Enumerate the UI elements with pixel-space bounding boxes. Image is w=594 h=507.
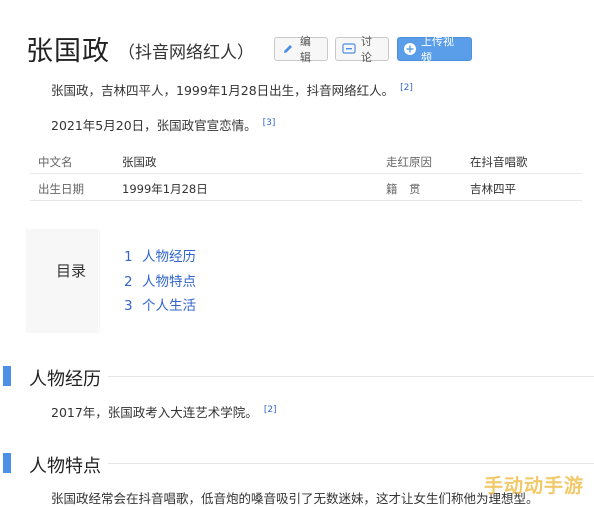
discuss-button-label: 讨论 bbox=[361, 35, 372, 64]
section-title-traits: 人物特点 bbox=[29, 456, 101, 477]
section-paragraph: 张国政经常会在抖音唱歌，低音炮的嗓音吸引了无数迷妹，这才让女生们称他为理想型。 bbox=[51, 488, 539, 507]
toc-list: 1 人物经历 2 人物特点 3 个人生活 bbox=[100, 229, 306, 333]
basic-info-table: 中文名 张国政 走红原因 在抖音唱歌 出生日期 1999年1月28日 籍 贯 吉… bbox=[30, 147, 582, 201]
toc-item-number: 2 bbox=[124, 274, 133, 290]
info-key: 走红原因 bbox=[386, 155, 432, 169]
citation-link[interactable]: [3] bbox=[263, 118, 276, 128]
comment-icon bbox=[342, 41, 356, 57]
toc-label: 目录 bbox=[56, 262, 87, 280]
info-value: 在抖音唱歌 bbox=[470, 155, 528, 169]
toc-item-text: 人物经历 bbox=[142, 249, 196, 265]
section-text: 2017年，张国政考入大连艺术学院。 bbox=[51, 405, 258, 420]
edit-button-label: 编辑 bbox=[299, 35, 311, 64]
info-value: 吉林四平 bbox=[470, 182, 516, 196]
edit-button[interactable]: 编辑 bbox=[274, 35, 328, 64]
discuss-button[interactable]: 讨论 bbox=[335, 35, 389, 64]
summary-paragraph-1: 张国政，吉林四平人，1999年1月28日出生，抖音网络红人。 [2] bbox=[51, 80, 413, 99]
upload-video-button[interactable]: 上传视频 bbox=[397, 35, 472, 64]
plus-circle-icon bbox=[404, 43, 416, 55]
toc-item-number: 1 bbox=[124, 249, 133, 265]
summary-text-2: 2021年5月20日，张国政官宣恋情。 bbox=[51, 118, 257, 133]
entry-title: 张国政 bbox=[26, 35, 110, 67]
section-accent-bar bbox=[3, 453, 11, 473]
toc-item-3[interactable]: 3 个人生活 bbox=[124, 294, 196, 314]
section-accent-bar bbox=[3, 366, 11, 386]
toc-item-text: 人物特点 bbox=[142, 274, 196, 290]
watermark-logo: 手动动手游 bbox=[483, 475, 584, 497]
summary-text-1: 张国政，吉林四平人，1999年1月28日出生，抖音网络红人。 bbox=[51, 83, 395, 98]
citation-link[interactable]: [2] bbox=[264, 405, 277, 415]
citation-link[interactable]: [2] bbox=[400, 83, 413, 93]
toc-item-2[interactable]: 2 人物特点 bbox=[124, 270, 196, 290]
section-title-experience: 人物经历 bbox=[29, 369, 101, 390]
section-paragraph: 2017年，张国政考入大连艺术学院。 [2] bbox=[51, 402, 277, 421]
entry-subtitle: （抖音网络红人） bbox=[118, 42, 254, 63]
section-divider bbox=[108, 376, 594, 377]
summary-paragraph-2: 2021年5月20日，张国政官宣恋情。 [3] bbox=[51, 115, 275, 134]
info-value: 1999年1月28日 bbox=[122, 182, 208, 196]
toc-item-number: 3 bbox=[124, 298, 133, 314]
upload-video-button-label: 上传视频 bbox=[421, 35, 454, 64]
table-of-contents: 目录 1 人物经历 2 人物特点 3 个人生活 bbox=[26, 229, 306, 333]
toc-item-1[interactable]: 1 人物经历 bbox=[124, 245, 196, 265]
toc-divider bbox=[98, 229, 99, 333]
info-key: 中文名 bbox=[38, 155, 73, 169]
page-title: 张国政 （抖音网络红人） bbox=[26, 30, 254, 67]
section-divider bbox=[108, 463, 594, 464]
toc-item-text: 个人生活 bbox=[142, 298, 196, 314]
info-row: 出生日期 1999年1月28日 籍 贯 吉林四平 bbox=[30, 174, 582, 201]
info-key: 籍 贯 bbox=[386, 182, 421, 196]
info-key: 出生日期 bbox=[38, 182, 84, 196]
info-row: 中文名 张国政 走红原因 在抖音唱歌 bbox=[30, 147, 582, 174]
info-value: 张国政 bbox=[122, 155, 157, 169]
pencil-icon bbox=[281, 41, 295, 57]
